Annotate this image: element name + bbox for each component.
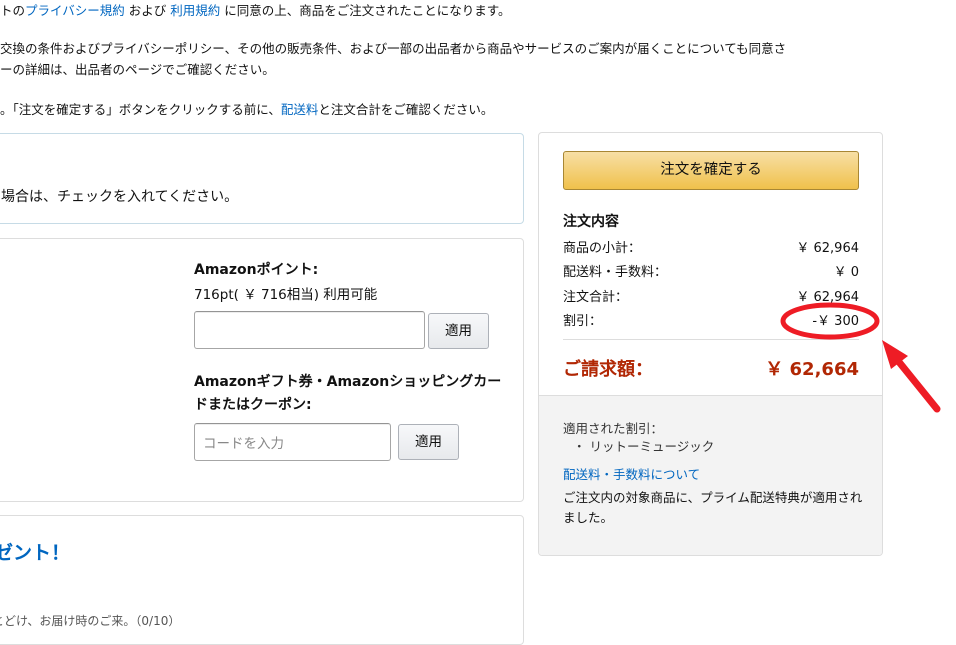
place-order-button[interactable]: 注文を確定する — [563, 151, 859, 190]
applied-discount-label: 適用された割引： — [563, 421, 664, 436]
points-input[interactable] — [194, 311, 425, 349]
code-input[interactable]: コードを入力 — [194, 423, 391, 461]
confirm-note-line: 。「注文を確定する」ボタンをクリックする前に、配送料と注文合計をご確認ください。 — [0, 102, 494, 117]
row-label: 割引： — [563, 314, 603, 329]
points-available: 716pt( ￥ 716相当) 利用可能 — [194, 287, 378, 303]
annotation-arrow-icon — [882, 340, 941, 413]
summary-title: 注文内容 — [563, 214, 619, 230]
order-summary: 注文を確定する 注文内容 商品の小計： ￥ 62,964 配送料・手数料： ￥ … — [538, 132, 883, 556]
row-value: -￥ 300 — [812, 314, 859, 329]
row-label: 商品の小計： — [563, 241, 642, 256]
seller-details-line: ーの詳細は、出品者のページでご確認ください。 — [0, 62, 275, 77]
row-label: 注文合計： — [563, 290, 629, 305]
promo-title[interactable]: ゼント！ — [0, 538, 70, 565]
applied-discount-item: ・ リットーミュージック — [573, 439, 715, 454]
gift-card-title: Amazonギフト券・Amazonショッピングカードまたはクーポン: — [194, 374, 502, 413]
points-title: Amazonポイント: — [194, 262, 319, 278]
code-apply-button[interactable]: 適用 — [398, 424, 459, 460]
shipping-fee-link[interactable]: 配送料 — [281, 102, 319, 117]
row-label: 配送料・手数料： — [563, 265, 668, 280]
terms-of-use-link[interactable]: 利用規約 — [170, 3, 220, 18]
conditions-line: 交換の条件およびプライバシーポリシー、その他の販売条件、および一部の出品者から商… — [0, 41, 787, 56]
prime-note: ご注文内の対象商品に、プライム配送特典が適用されました。 — [563, 490, 863, 525]
points-apply-button[interactable]: 適用 — [428, 313, 489, 349]
promo-subtitle: とどけ、お届け時のご来。（0/10） — [0, 614, 181, 628]
row-value: ￥ 62,964 — [796, 290, 859, 305]
gift-option-box: 場合は、チェックを入れてください。 — [0, 133, 524, 224]
terms-line: トのプライバシー規約 および 利用規約 に同意の上、商品をご注文されたことになり… — [0, 3, 511, 18]
row-value: ￥ 0 — [833, 265, 859, 280]
summary-footer: 適用された割引： ・ リットーミュージック 配送料・手数料について ご注文内の対… — [539, 395, 882, 555]
gift-check-text: 場合は、チェックを入れてください。 — [1, 189, 239, 205]
row-value: ￥ 62,964 — [796, 241, 859, 256]
privacy-link[interactable]: プライバシー規約 — [25, 3, 125, 18]
grand-total-value: ￥ 62,664 — [765, 359, 859, 380]
shipping-fees-link[interactable]: 配送料・手数料について — [563, 464, 700, 483]
grand-total-label: ご請求額： — [563, 359, 653, 380]
summary-divider — [563, 339, 859, 340]
